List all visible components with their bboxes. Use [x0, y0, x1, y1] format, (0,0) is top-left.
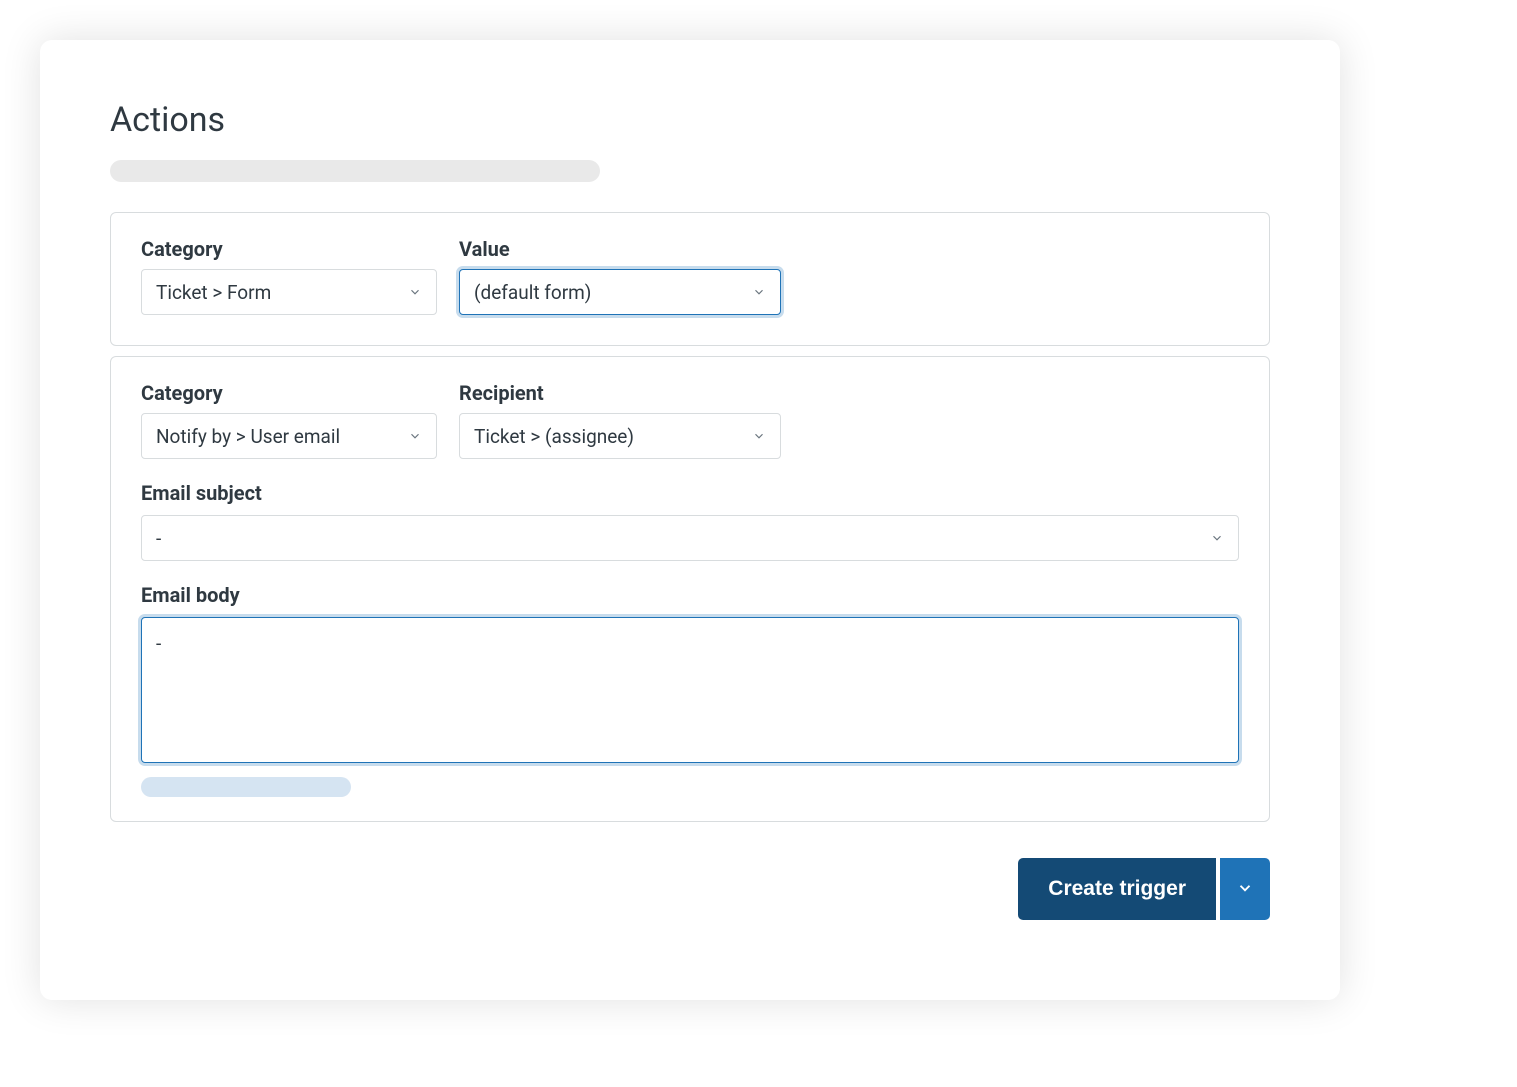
category-label: Category: [141, 237, 437, 261]
create-trigger-dropdown-button[interactable]: [1220, 858, 1270, 920]
value-select-1[interactable]: (default form): [459, 269, 781, 315]
chevron-down-icon: [408, 429, 422, 443]
actions-form-panel: Actions Category Ticket > Form Value (de…: [40, 40, 1340, 1000]
action-card-1: Category Ticket > Form Value (default fo…: [110, 212, 1270, 346]
attachment-placeholder: [141, 777, 351, 797]
email-subject-value: -: [156, 527, 161, 550]
email-body-block: Email body -: [141, 583, 1239, 763]
email-subject-input[interactable]: -: [141, 515, 1239, 561]
recipient-select[interactable]: Ticket > (assignee): [459, 413, 781, 459]
email-body-value: -: [156, 632, 161, 655]
footer-actions: Create trigger: [110, 858, 1270, 920]
action-card-2: Category Notify by > User email Recipien…: [110, 356, 1270, 822]
email-body-textarea[interactable]: -: [141, 617, 1239, 763]
value-select-1-value: (default form): [474, 281, 591, 304]
section-title: Actions: [110, 100, 1270, 140]
recipient-label: Recipient: [459, 381, 781, 405]
chevron-down-icon: [1236, 879, 1254, 900]
category-select-1[interactable]: Ticket > Form: [141, 269, 437, 315]
category-select-2-value: Notify by > User email: [156, 425, 340, 448]
category-select-2[interactable]: Notify by > User email: [141, 413, 437, 459]
field-group-recipient: Recipient Ticket > (assignee): [459, 381, 781, 459]
category-label: Category: [141, 381, 437, 405]
value-label: Value: [459, 237, 781, 261]
chevron-down-icon: [408, 285, 422, 299]
chevron-down-icon: [752, 285, 766, 299]
email-subject-label: Email subject: [141, 481, 1239, 505]
chevron-down-icon: [1210, 531, 1224, 545]
field-group-category-1: Category Ticket > Form: [141, 237, 437, 315]
description-placeholder: [110, 160, 600, 182]
field-group-value-1: Value (default form): [459, 237, 781, 315]
email-body-label: Email body: [141, 583, 1239, 607]
chevron-down-icon: [752, 429, 766, 443]
field-group-category-2: Category Notify by > User email: [141, 381, 437, 459]
email-subject-block: Email subject -: [141, 481, 1239, 561]
recipient-select-value: Ticket > (assignee): [474, 425, 634, 448]
create-trigger-button[interactable]: Create trigger: [1018, 858, 1216, 920]
category-select-1-value: Ticket > Form: [156, 281, 271, 304]
